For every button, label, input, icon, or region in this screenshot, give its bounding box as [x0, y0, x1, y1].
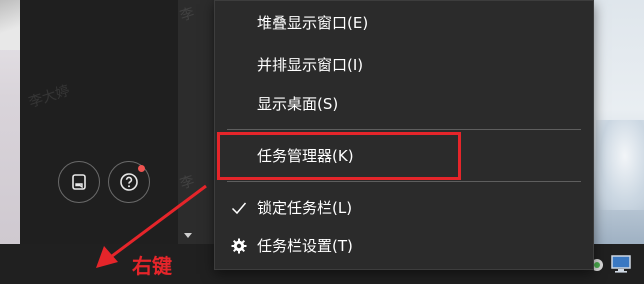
annotation-label: 右键	[132, 254, 172, 278]
annotation-arrow	[96, 184, 207, 268]
